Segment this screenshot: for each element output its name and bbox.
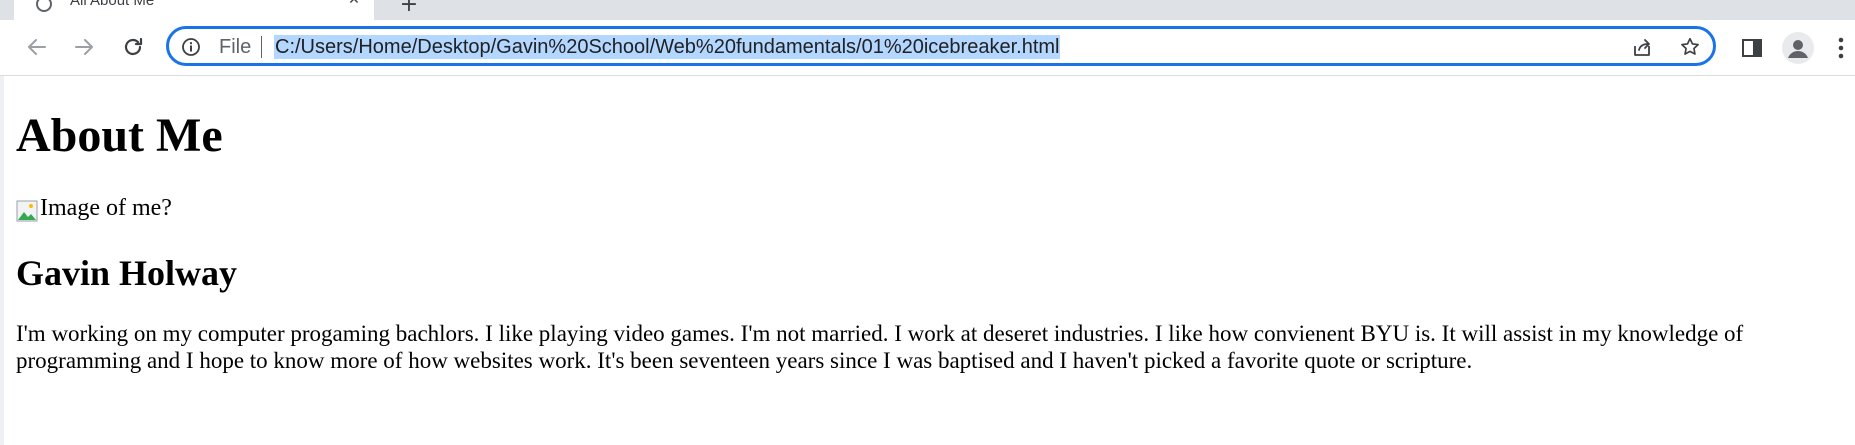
star-icon[interactable] bbox=[1679, 36, 1701, 58]
bio-paragraph: I'm working on my computer progaming bac… bbox=[16, 321, 1744, 373]
divider bbox=[261, 36, 262, 58]
tab-strip: All About Me ✕ + bbox=[0, 0, 1855, 20]
profile-image: Image of me? bbox=[16, 194, 172, 222]
info-icon[interactable] bbox=[181, 37, 201, 57]
author-name: Gavin Holway bbox=[16, 253, 238, 293]
page-content: About Me Image of me? Gavin Holway I'm w… bbox=[0, 76, 1855, 445]
new-tab-button[interactable]: + bbox=[398, 0, 420, 16]
more-vert-icon[interactable] bbox=[1836, 34, 1846, 62]
forward-button[interactable] bbox=[67, 30, 101, 64]
close-icon[interactable]: ✕ bbox=[346, 0, 362, 8]
back-arrow-icon bbox=[28, 39, 46, 55]
tab-title: All About Me bbox=[70, 0, 155, 9]
globe-icon bbox=[36, 0, 52, 12]
profile-icon bbox=[1788, 40, 1808, 58]
browser-toolbar: File C:/Users/Home/Desktop/Gavin%20Schoo… bbox=[0, 20, 1855, 76]
broken-image-icon bbox=[16, 200, 38, 222]
active-tab[interactable]: All About Me ✕ bbox=[14, 0, 374, 20]
address-bar[interactable]: File C:/Users/Home/Desktop/Gavin%20Schoo… bbox=[166, 26, 1716, 66]
url-text[interactable]: C:/Users/Home/Desktop/Gavin%20School/Web… bbox=[274, 35, 1061, 59]
forward-arrow-icon bbox=[75, 39, 93, 55]
image-alt-text: Image of me? bbox=[40, 195, 172, 221]
reload-icon bbox=[124, 37, 143, 56]
share-icon[interactable] bbox=[1631, 37, 1653, 59]
reload-button[interactable] bbox=[116, 30, 150, 64]
side-panel-icon[interactable] bbox=[1740, 36, 1764, 60]
back-button[interactable] bbox=[20, 30, 54, 64]
page-heading: About Me bbox=[16, 109, 223, 162]
scheme-label: File bbox=[219, 36, 252, 58]
profile-button[interactable] bbox=[1782, 32, 1814, 64]
